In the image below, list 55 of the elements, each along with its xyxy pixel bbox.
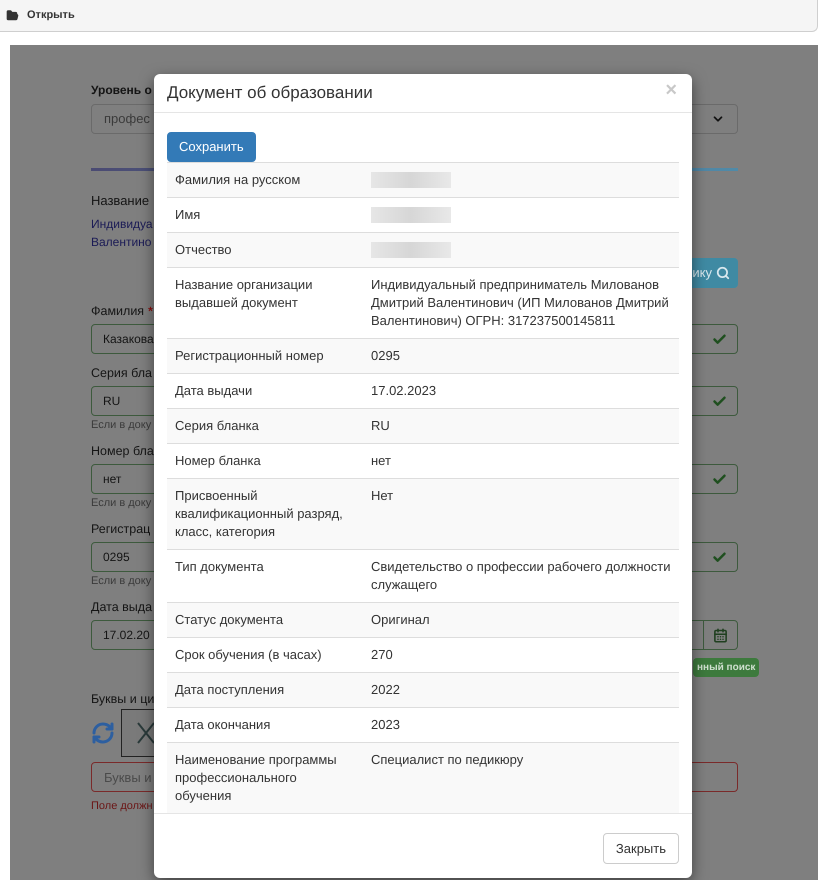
org-name-text: Индивидуа (91, 216, 153, 233)
table-cell-text: Срок обучения (в часах) (174, 646, 323, 664)
table-cell-text: Фамилия на русском (174, 171, 302, 189)
table-cell-text: 2023 (370, 716, 401, 734)
org-label: Название (91, 193, 150, 209)
table-cell-text: 2022 (370, 681, 401, 699)
table-cell-text: 270 (370, 646, 394, 664)
table-cell-text: Нет (370, 487, 394, 505)
close-dialog-button[interactable]: Закрыть (602, 833, 679, 864)
check-icon (712, 550, 727, 564)
table-cell-text: Оригинал (370, 611, 431, 629)
check-icon (712, 394, 727, 408)
field-label: Дата выда (91, 598, 152, 616)
calendar-icon[interactable] (713, 628, 728, 642)
field-hint: Если в доку (91, 575, 152, 588)
table-cell-text: Дата окончания (174, 716, 272, 734)
check-icon (712, 332, 727, 346)
table-cell-text: Номер бланка (174, 452, 262, 470)
open-button[interactable]: Открыть (6, 7, 75, 24)
table-cell-text: Присвоенный квалификационный разряд, класс, категория (174, 487, 344, 541)
required-mark: * (148, 303, 153, 320)
table-cell-text: RU (370, 417, 391, 435)
captcha-label: Буквы и ци (91, 691, 154, 707)
table-cell-text: 17.02.2023 (370, 382, 438, 400)
table-cell-text: Серия бланка (174, 417, 260, 435)
field-label: Серия бла (91, 364, 152, 382)
refresh-icon[interactable] (91, 721, 115, 745)
field-hint: Если в доку (91, 497, 152, 510)
field-label: Фамилия (91, 302, 144, 320)
table-cell-text: Отчество (174, 241, 233, 259)
search-icon (716, 266, 730, 280)
save-button[interactable]: Сохранить (167, 132, 256, 162)
table-cell-text: Регистрационный номер (174, 347, 325, 365)
field-label: Номер бла (91, 442, 154, 460)
table-cell-text: Индивидуальный предприниматель Милованов Дмитрий Валентинович (ИП Милованов Дмитрий Валентинович) ОГРН: 317237500145811 (370, 276, 670, 330)
table-cell-text: 0295 (370, 347, 401, 365)
field-hint: Если в доку (91, 419, 152, 432)
check-icon (712, 472, 727, 486)
field-label: Регистрац (91, 520, 150, 538)
table-cell-text: Свидетельство о профессии рабочего должности служащего (370, 558, 672, 594)
folder-icon (6, 9, 19, 22)
table-cell-text: Дата поступления (174, 681, 286, 699)
search-badge: нный поиск (693, 658, 760, 677)
table-cell-text: Дата выдачи (174, 382, 254, 400)
table-cell-text: Наименование программы профессионального обучения (174, 751, 338, 805)
table-cell-text: нет (370, 452, 392, 470)
level-label: Уровень о (91, 82, 152, 98)
modal-title: Документ об образовании (167, 82, 373, 104)
table-cell-text: Специалист по педикюру (370, 751, 524, 769)
table-cell-text: Имя (174, 206, 202, 224)
org-name-text: Валентино (91, 234, 152, 251)
captcha-error: Поле должн (91, 799, 153, 814)
table-cell-text: Название организации выдавшей документ (174, 276, 314, 312)
table-cell-text: Статус документа (174, 611, 284, 629)
table-cell-text: Тип документа (174, 558, 265, 576)
